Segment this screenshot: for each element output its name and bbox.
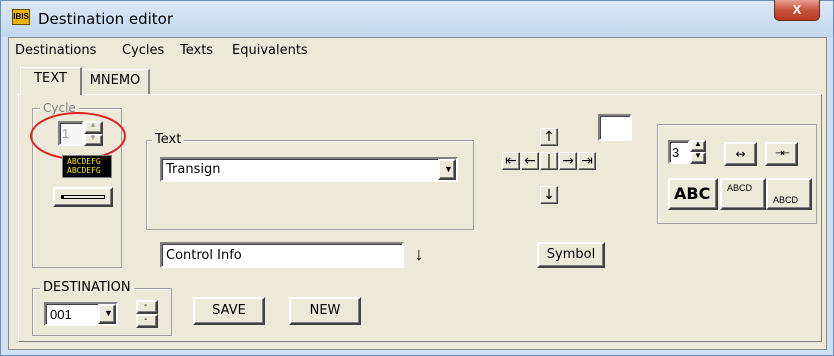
highlight-ellipse (30, 112, 126, 160)
destination-spin-down[interactable]: - (136, 314, 158, 328)
move-right-button[interactable]: → (559, 152, 577, 170)
window-title: Destination editor (38, 10, 173, 28)
format-spin-down[interactable]: ▼ (690, 151, 706, 164)
app-icon: IBIS (12, 9, 30, 25)
menu-destinations[interactable]: Destinations (15, 43, 96, 58)
spin-up-icon: - (144, 300, 148, 311)
arrow-right-icon: → (562, 153, 574, 169)
save-button[interactable]: SAVE (193, 297, 265, 325)
text-select-arrow[interactable]: ▼ (438, 159, 456, 180)
font-large-label: ABC (674, 184, 711, 203)
preview-line-2: ABCDEFG (67, 166, 101, 175)
destination-value: 001 (50, 307, 72, 322)
bar-icon (61, 195, 105, 199)
arrow-down-icon: ↓ (414, 244, 424, 264)
text-select-value: Transign (166, 162, 221, 177)
spin-down-icon: - (144, 314, 148, 325)
preview-line-1: ABCDEFG (67, 157, 101, 166)
cycle-preview[interactable]: ABCDEFG ABCDEFG (62, 155, 112, 178)
font-large-button[interactable]: ABC (668, 178, 718, 210)
format-spin-field[interactable]: 3 (668, 140, 690, 164)
arrow-up-icon: ↑ (543, 129, 555, 145)
control-info-value: Control Info (166, 248, 242, 263)
cycle-width-button[interactable] (53, 187, 113, 207)
chevron-down-icon: ▼ (444, 164, 453, 174)
arrow-left-icon: ← (524, 153, 536, 169)
control-info-field[interactable]: Control Info (160, 242, 404, 268)
expand-icon: ↔ (735, 147, 746, 161)
move-right-end-button[interactable]: ⇥ (578, 152, 596, 170)
destination-legend: DESTINATION (40, 280, 134, 295)
spin-up-icon: ▲ (694, 139, 702, 148)
tab-mnemo[interactable]: MNEMO (82, 69, 150, 94)
font-small-bottom-label: ABCD (773, 195, 799, 205)
font-small-top-label: ABCD (727, 183, 753, 193)
spin-down-icon: ▼ (694, 151, 702, 160)
move-left-button[interactable]: ← (521, 152, 539, 170)
format-spin-value: 3 (672, 145, 680, 160)
close-icon: X (792, 2, 802, 17)
control-info-arrow-button[interactable]: ↓ (410, 242, 428, 268)
arrow-down-icon: ↓ (543, 187, 555, 203)
tab-text[interactable]: TEXT (20, 67, 82, 95)
center-bar-icon: | (546, 153, 552, 169)
close-button[interactable]: X (774, 0, 820, 21)
menu-cycles[interactable]: Cycles (122, 43, 164, 58)
move-down-button[interactable]: ↓ (540, 186, 558, 204)
font-small-bottom-button[interactable]: ABCD (766, 178, 812, 210)
move-left-end-button[interactable]: ⇤ (502, 152, 520, 170)
destination-select[interactable]: 001 ▼ (44, 302, 118, 326)
chevron-down-icon: ▼ (104, 308, 113, 318)
menu-bar: Destinations Cycles Texts Equivalents (9, 38, 826, 63)
contract-button[interactable]: →← (765, 142, 798, 166)
new-button[interactable]: NEW (289, 297, 361, 325)
move-up-button[interactable]: ↑ (540, 128, 558, 146)
text-select[interactable]: Transign ▼ (160, 157, 458, 182)
contract-icon: →← (775, 148, 790, 159)
center-button[interactable]: | (540, 152, 558, 170)
menu-equivalents[interactable]: Equivalents (232, 43, 308, 58)
symbol-button[interactable]: Symbol (537, 242, 605, 268)
destination-select-arrow[interactable]: ▼ (98, 304, 116, 324)
text-legend: Text (152, 132, 185, 147)
arrow-right-end-icon: ⇥ (581, 153, 593, 169)
destination-spin-up[interactable]: - (136, 300, 158, 314)
text-group (146, 140, 474, 230)
expand-button[interactable]: ↔ (724, 142, 757, 166)
font-small-top-button[interactable]: ABCD (720, 178, 766, 210)
menu-texts[interactable]: Texts (180, 43, 213, 58)
position-field[interactable] (598, 114, 632, 141)
arrow-left-end-icon: ⇤ (505, 153, 517, 169)
